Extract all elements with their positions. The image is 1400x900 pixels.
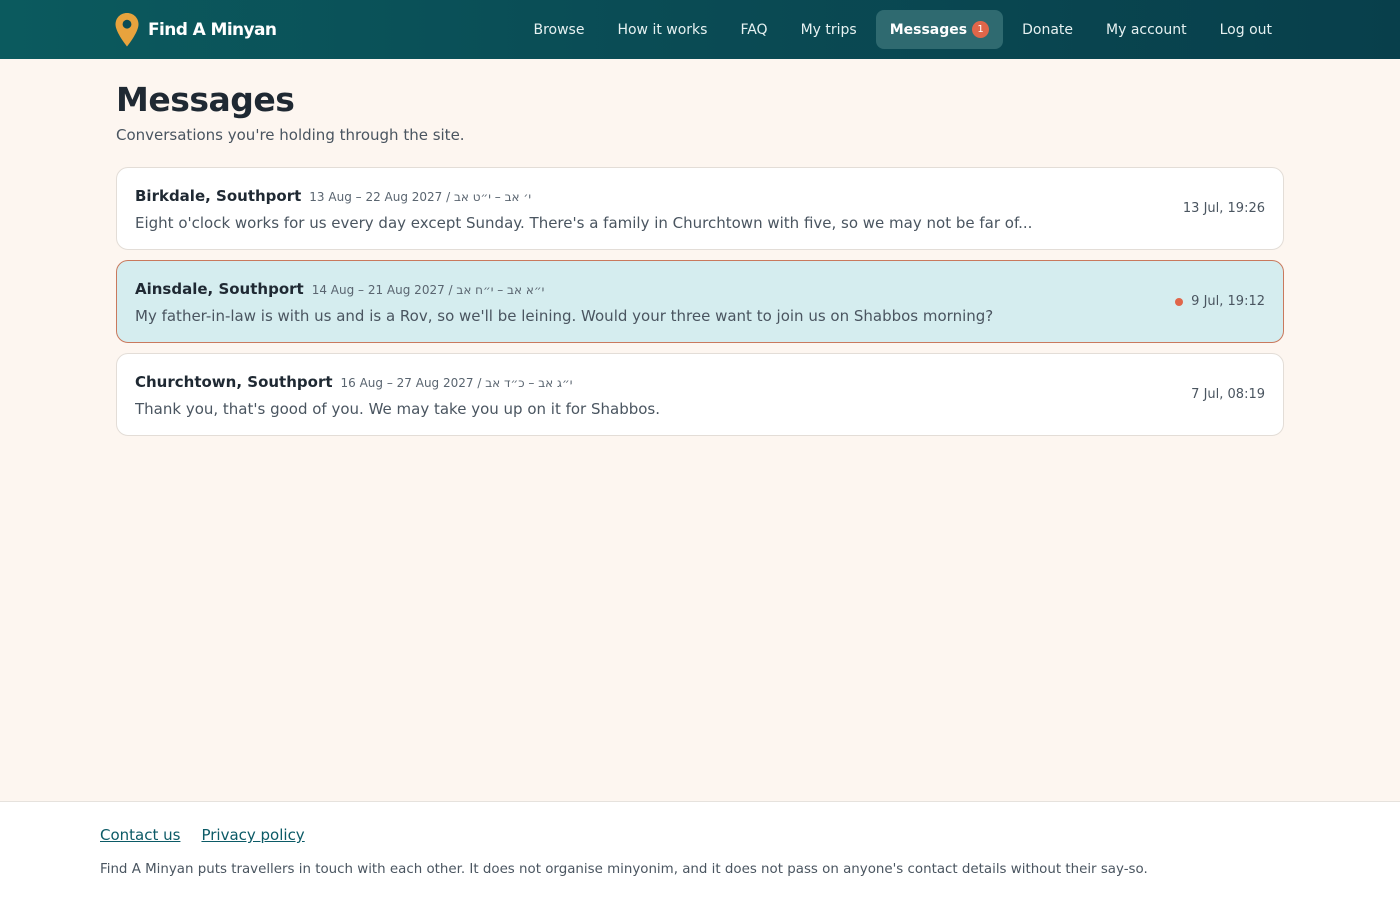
site-footer: Contact us Privacy policy Find A Minyan … bbox=[0, 801, 1400, 900]
nav-messages-label: Messages bbox=[889, 21, 968, 38]
conversation-preview: Thank you, that's good of you. We may ta… bbox=[135, 400, 661, 418]
map-pin-icon bbox=[115, 13, 139, 47]
page-subtitle: Conversations you're holding through the… bbox=[116, 126, 465, 144]
conversation-list: Birkdale, Southport 13 Aug – 22 Aug 2027… bbox=[116, 167, 1284, 436]
conversation-place: Ainsdale, Southport bbox=[135, 280, 304, 298]
conversation-time: 13 Jul, 19:26 bbox=[1182, 201, 1265, 216]
footer-links: Contact us Privacy policy bbox=[100, 824, 326, 846]
conversation-item[interactable]: Churchtown, Southport 16 Aug – 27 Aug 20… bbox=[116, 353, 1284, 436]
site-header: Find A Minyan Browse How it works FAQ My… bbox=[0, 0, 1400, 59]
privacy-policy-link[interactable]: Privacy policy bbox=[201, 824, 304, 846]
conversation-item-unread[interactable]: Ainsdale, Southport 14 Aug – 21 Aug 2027… bbox=[116, 260, 1284, 343]
conversation-header: Birkdale, Southport 13 Aug – 22 Aug 2027… bbox=[135, 185, 1265, 208]
conversation-time: 7 Jul, 08:19 bbox=[1191, 387, 1265, 402]
brand-logo-link[interactable]: Find A Minyan bbox=[114, 12, 277, 48]
nav-my-trips[interactable]: My trips bbox=[787, 10, 871, 49]
nav-my-account[interactable]: My account bbox=[1092, 10, 1201, 49]
nav-faq[interactable]: FAQ bbox=[726, 10, 781, 49]
conversation-time-wrap: 9 Jul, 19:12 bbox=[1175, 292, 1265, 312]
brand-name: Find A Minyan bbox=[148, 20, 277, 40]
conversation-preview: My father-in-law is with us and is a Rov… bbox=[135, 307, 994, 325]
conversation-dates: 13 Aug – 22 Aug 2027 / י׳ אב – י״ט אב bbox=[309, 190, 532, 204]
conversation-dates: 14 Aug – 21 Aug 2027 / י״א אב – י״ח אב bbox=[311, 283, 545, 297]
nav-donate[interactable]: Donate bbox=[1008, 10, 1087, 49]
conversation-preview: Eight o'clock works for us every day exc… bbox=[135, 214, 1033, 232]
conversation-header: Churchtown, Southport 16 Aug – 27 Aug 20… bbox=[135, 371, 1265, 394]
conversation-time: 9 Jul, 19:12 bbox=[1191, 294, 1265, 309]
conversation-header: Ainsdale, Southport 14 Aug – 21 Aug 2027… bbox=[135, 278, 1265, 301]
unread-count-badge: 1 bbox=[972, 21, 990, 38]
conversation-place: Churchtown, Southport bbox=[135, 373, 333, 391]
conversation-item[interactable]: Birkdale, Southport 13 Aug – 22 Aug 2027… bbox=[116, 167, 1284, 250]
nav-log-out[interactable]: Log out bbox=[1206, 10, 1286, 49]
nav-browse[interactable]: Browse bbox=[519, 10, 598, 49]
contact-us-link[interactable]: Contact us bbox=[100, 824, 180, 846]
conversation-place: Birkdale, Southport bbox=[135, 187, 302, 205]
nav-how-it-works[interactable]: How it works bbox=[603, 10, 721, 49]
conversation-time-wrap: 7 Jul, 08:19 bbox=[1191, 385, 1265, 405]
page-title: Messages bbox=[116, 80, 295, 119]
main-content: Messages Conversations you're holding th… bbox=[116, 78, 1284, 446]
conversation-dates: 16 Aug – 27 Aug 2027 / י״ג אב – כ״ד אב bbox=[340, 376, 573, 390]
footer-disclaimer: Find A Minyan puts travellers in touch w… bbox=[100, 862, 1148, 877]
main-nav: Browse How it works FAQ My trips Message… bbox=[514, 10, 1286, 49]
conversation-time-wrap: 13 Jul, 19:26 bbox=[1183, 199, 1265, 219]
unread-dot-icon bbox=[1175, 298, 1184, 306]
nav-messages[interactable]: Messages 1 bbox=[875, 10, 1004, 49]
